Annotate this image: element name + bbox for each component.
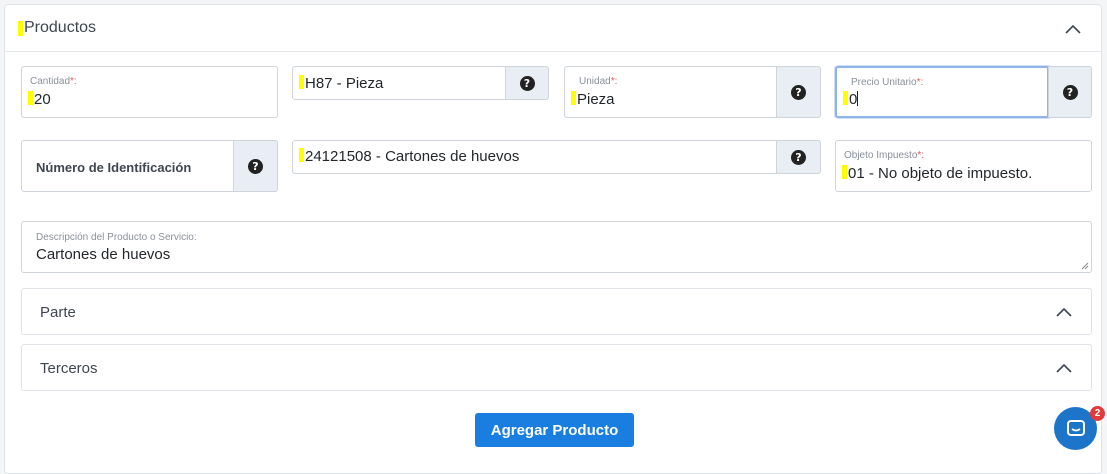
question-circle-icon: ? — [791, 84, 806, 100]
precio-unitario-input[interactable]: Precio Unitario*: 0 — [835, 66, 1049, 118]
clave-producto-select[interactable]: 24121508 - Cartones de huevos — [292, 140, 777, 174]
chevron-up-icon[interactable] — [1056, 307, 1072, 317]
highlight-marker — [18, 21, 23, 36]
unidad-help-button[interactable]: ? — [776, 66, 821, 118]
chat-bubble-icon — [1066, 419, 1085, 436]
clave-unidad-value: H87 - Pieza — [299, 75, 383, 92]
precio-unitario-value: 0 — [843, 91, 859, 108]
productos-panel-header[interactable]: Productos — [5, 5, 1101, 52]
precio-unitario-label: Precio Unitario*: — [851, 77, 924, 88]
text-caret — [857, 91, 859, 106]
clave-producto-help-button[interactable]: ? — [776, 140, 821, 174]
objeto-impuesto-value: 01 - No objeto de impuesto. — [842, 165, 1032, 182]
numero-identificacion-label: Número de Identificación — [36, 160, 192, 175]
unidad-label: Unidad*: — [579, 76, 618, 87]
agregar-producto-button[interactable]: Agregar Producto — [475, 413, 634, 447]
descripcion-textarea[interactable]: Descripción del Producto o Servicio: Car… — [21, 221, 1092, 273]
clave-producto-value: 24121508 - Cartones de huevos — [299, 148, 519, 165]
parte-section-header[interactable]: Parte — [21, 288, 1092, 335]
terceros-section-header[interactable]: Terceros — [21, 344, 1092, 391]
panel-title: Productos — [18, 19, 97, 37]
terceros-section-title: Terceros — [40, 360, 98, 377]
question-circle-icon: ? — [1062, 84, 1078, 100]
cantidad-label: Cantidad*: — [30, 76, 77, 87]
cantidad-value: 20 — [28, 91, 51, 108]
clave-unidad-help-button[interactable]: ? — [505, 66, 549, 100]
objeto-impuesto-label: Objeto Impuesto*: — [844, 150, 925, 161]
descripcion-label: Descripción del Producto o Servicio: — [36, 232, 197, 243]
resize-handle-icon[interactable] — [1081, 262, 1089, 270]
notification-badge: 2 — [1090, 406, 1105, 421]
chevron-up-icon[interactable] — [1056, 363, 1072, 373]
precio-unitario-help-button[interactable]: ? — [1048, 66, 1092, 118]
objeto-impuesto-select[interactable]: Objeto Impuesto*: 01 - No objeto de impu… — [835, 140, 1092, 192]
descripcion-value: Cartones de huevos — [36, 246, 171, 263]
panel-title-text: Productos — [24, 19, 97, 36]
cantidad-field[interactable]: Cantidad*: 20 — [21, 66, 278, 118]
numero-identificacion-field[interactable]: Número de Identificación — [21, 140, 234, 192]
unidad-field[interactable]: Unidad*: Pieza — [564, 66, 777, 118]
unidad-value: Pieza — [571, 91, 615, 108]
chevron-up-icon[interactable] — [1065, 24, 1081, 34]
numero-identificacion-help-button[interactable]: ? — [233, 140, 278, 192]
clave-unidad-select[interactable]: H87 - Pieza — [292, 66, 506, 100]
question-circle-icon: ? — [791, 149, 806, 165]
parte-section-title: Parte — [40, 304, 76, 321]
question-circle-icon: ? — [519, 75, 535, 91]
question-circle-icon: ? — [248, 158, 263, 174]
